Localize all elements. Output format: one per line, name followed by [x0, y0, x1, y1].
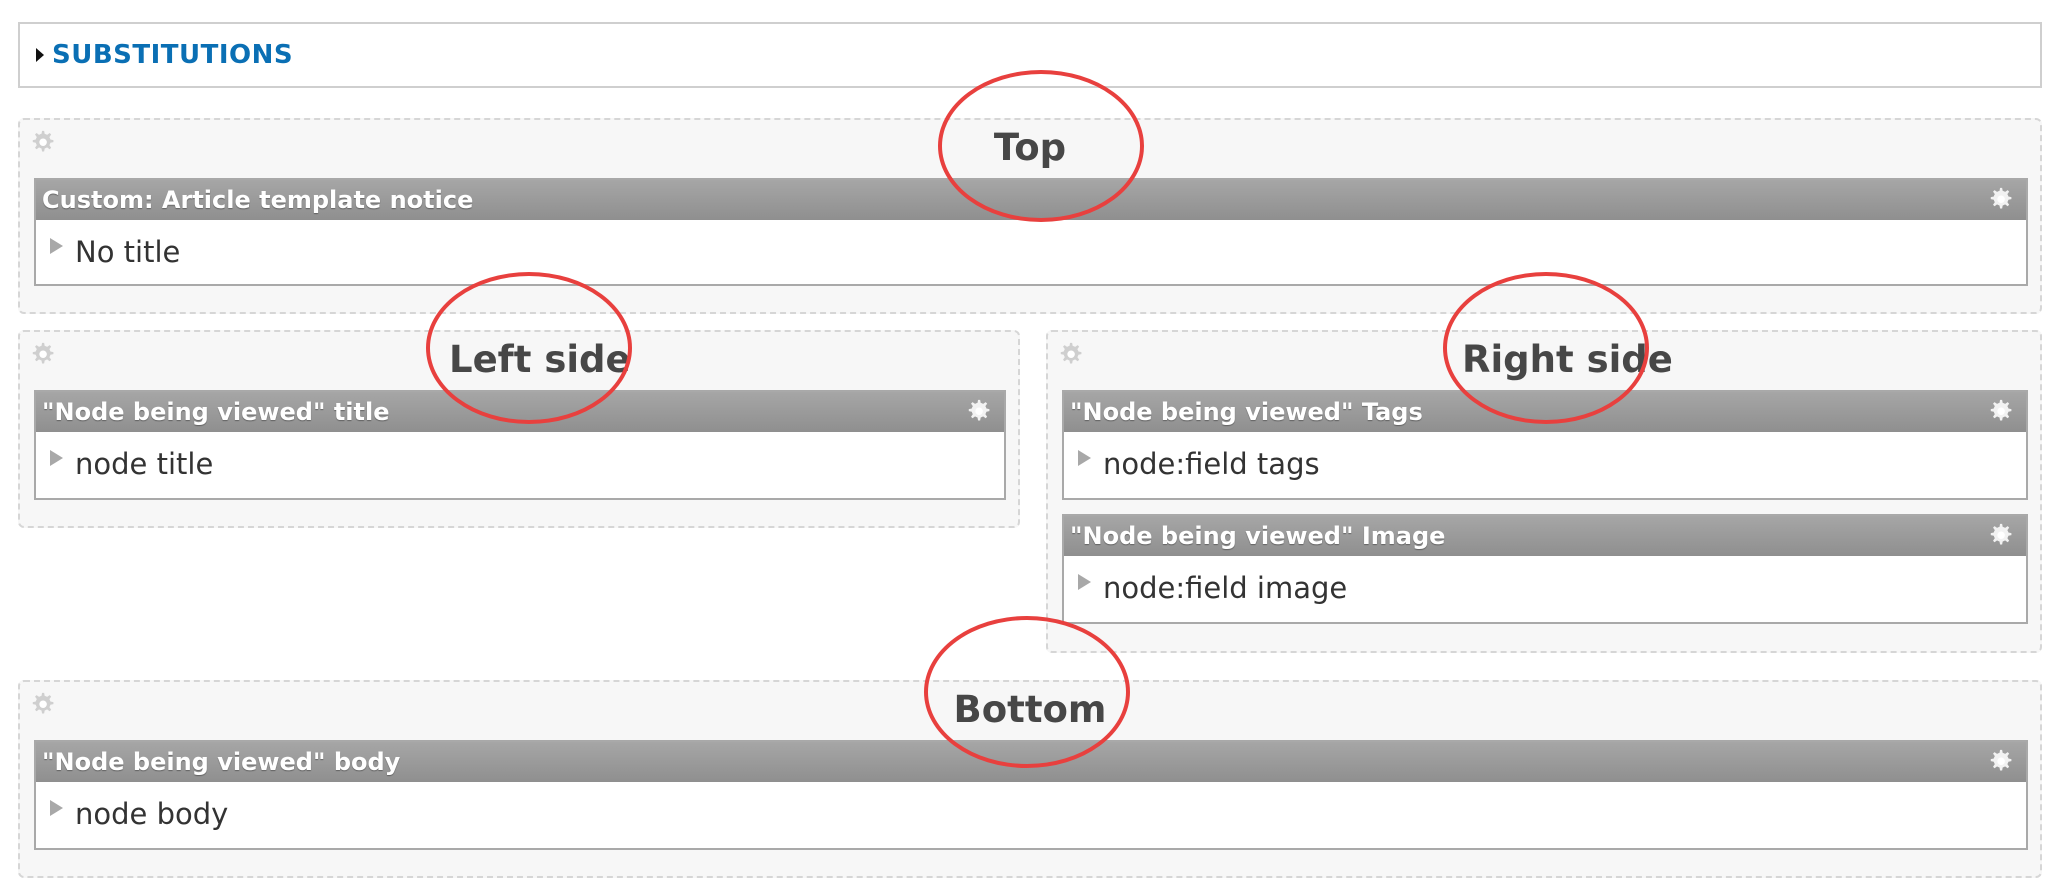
- pane-header[interactable]: Custom: Article template notice: [36, 180, 2026, 220]
- pane-body: node:field image: [1064, 556, 2026, 620]
- pane-content: node body: [75, 797, 229, 831]
- substitutions-link[interactable]: SUBSTITUTIONS: [52, 40, 293, 70]
- pane-content: node title: [75, 447, 214, 481]
- pane-header[interactable]: "Node being viewed" body: [36, 742, 2026, 782]
- pane-article-template-notice: Custom: Article template notice No title: [34, 178, 2028, 286]
- pane-title: "Node being viewed" Tags: [1070, 398, 1423, 426]
- region-bottom: Bottom "Node being viewed" body node bod…: [18, 680, 2042, 878]
- pane-title: "Node being viewed" title: [42, 398, 390, 426]
- pane-title: "Node being viewed" Image: [1070, 522, 1446, 550]
- pane-body: node title: [36, 432, 1004, 496]
- triangle-right-icon[interactable]: [50, 800, 63, 816]
- triangle-right-icon[interactable]: [50, 450, 63, 466]
- triangle-right-icon[interactable]: [50, 238, 63, 254]
- pane-body: No title: [36, 220, 2026, 284]
- pane-content: node:field image: [1103, 571, 1348, 605]
- pane-settings-gear-icon[interactable]: [1986, 747, 2016, 777]
- pane-header[interactable]: "Node being viewed" Image: [1064, 516, 2026, 556]
- pane-title: "Node being viewed" body: [42, 748, 401, 776]
- region-top: Top Custom: Article template notice No t…: [18, 118, 2042, 314]
- pane-content: No title: [75, 235, 181, 269]
- pane-body: node:field tags: [1064, 432, 2026, 496]
- triangle-right-icon[interactable]: [1078, 574, 1091, 590]
- pane-title: Custom: Article template notice: [42, 186, 474, 214]
- pane-content: node:field tags: [1103, 447, 1320, 481]
- pane-settings-gear-icon[interactable]: [1986, 521, 2016, 551]
- pane-settings-gear-icon[interactable]: [1986, 397, 2016, 427]
- pane-settings-gear-icon[interactable]: [1986, 185, 2016, 215]
- pane-node-title: "Node being viewed" title node title: [34, 390, 1006, 500]
- pane-node-image: "Node being viewed" Image node:field ima…: [1062, 514, 2028, 624]
- collapse-triangle-icon[interactable]: [36, 48, 44, 62]
- region-left: Left side "Node being viewed" title node…: [18, 330, 1020, 528]
- pane-settings-gear-icon[interactable]: [964, 397, 994, 427]
- pane-header[interactable]: "Node being viewed" title: [36, 392, 1004, 432]
- region-title-bottom: Bottom: [953, 688, 1107, 731]
- region-title-left: Left side: [449, 338, 631, 381]
- pane-node-body: "Node being viewed" body node body: [34, 740, 2028, 850]
- pane-header[interactable]: "Node being viewed" Tags: [1064, 392, 2026, 432]
- triangle-right-icon[interactable]: [1078, 450, 1091, 466]
- region-right: Right side "Node being viewed" Tags node…: [1046, 330, 2042, 653]
- pane-node-tags: "Node being viewed" Tags node:field tags: [1062, 390, 2028, 500]
- substitutions-fieldset[interactable]: SUBSTITUTIONS: [18, 22, 2042, 88]
- region-title-right: Right side: [1462, 338, 1673, 381]
- region-title-top: Top: [993, 126, 1067, 169]
- pane-body: node body: [36, 782, 2026, 846]
